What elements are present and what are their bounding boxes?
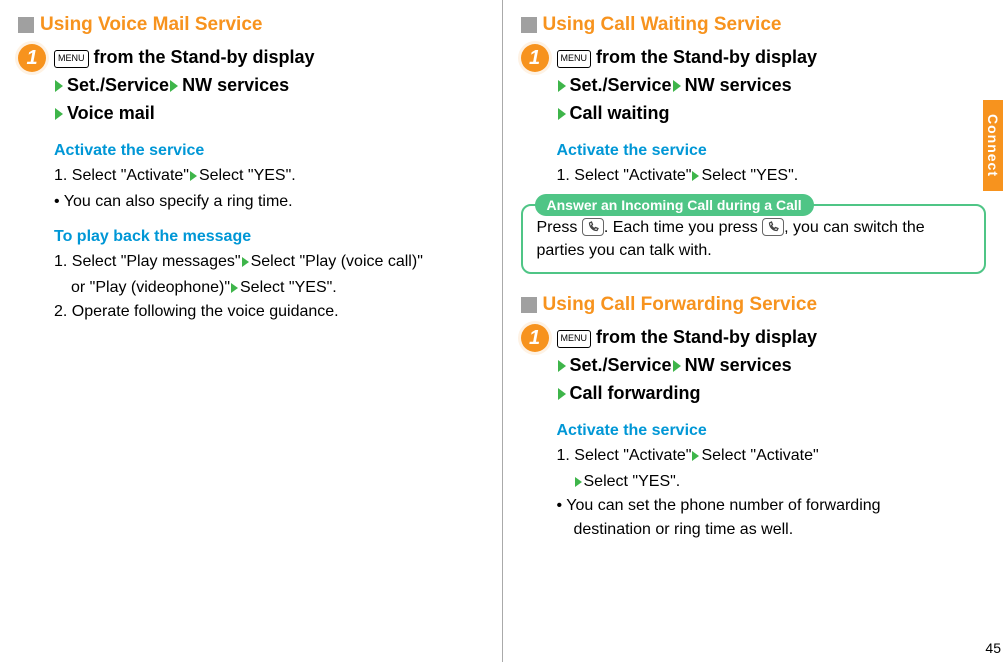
section-title-text: Using Call Waiting Service [543, 14, 782, 36]
arrow-icon [692, 171, 699, 181]
activate-line-1: 1. Select "Activate" Select "Activate" [557, 444, 987, 468]
step-line3: Call waiting [570, 103, 670, 123]
section-voice-mail-title: Using Voice Mail Service [18, 14, 484, 36]
wait-activate-subsection: Activate the service 1. Select "Activate… [557, 142, 987, 188]
text: Select "Play (voice call)" [251, 253, 423, 270]
playback-head: To play back the message [54, 228, 484, 246]
play-line-1b: or "Play (videophone)" Select "YES". [54, 276, 484, 300]
square-icon [18, 17, 34, 33]
step-number-badge: 1 [18, 44, 46, 72]
activate-note-a: • You can set the phone number of forwar… [557, 494, 987, 518]
section-title-text: Using Voice Mail Service [40, 14, 262, 36]
square-icon [521, 17, 537, 33]
arrow-icon [558, 388, 566, 400]
menu-key-icon: MENU [557, 50, 592, 68]
section-call-forwarding-title: Using Call Forwarding Service [521, 294, 987, 316]
activate-line: 1. Select "Activate" Select "YES". [557, 164, 987, 188]
wait-step-1: 1 MENU from the Stand-by display Set./Se… [521, 44, 987, 128]
play-line-1: 1. Select "Play messages" Select "Play (v… [54, 250, 484, 274]
activate-head: Activate the service [557, 422, 987, 440]
text: Select "YES". [240, 279, 337, 296]
answer-incoming-callout: Answer an Incoming Call during a Call Pr… [521, 204, 987, 274]
text: 1. Select "Activate" [557, 447, 692, 464]
activate-note-b: destination or ring time as well. [557, 518, 987, 542]
arrow-icon [558, 108, 566, 120]
fwd-step-body: MENU from the Stand-by display Set./Serv… [557, 324, 987, 408]
activate-note: • You can also specify a ring time. [54, 190, 484, 214]
step-line3: Voice mail [67, 103, 155, 123]
section-call-waiting-title: Using Call Waiting Service [521, 14, 987, 36]
step-line3: Call forwarding [570, 383, 701, 403]
fwd-activate-subsection: Activate the service 1. Select "Activate… [557, 422, 987, 542]
menu-key-icon: MENU [54, 50, 89, 68]
arrow-icon [190, 171, 197, 181]
text: . Each time you press [604, 219, 762, 236]
step-line2b: NW services [685, 75, 792, 95]
arrow-icon [558, 80, 566, 92]
arrow-icon [170, 80, 178, 92]
text: Select "YES". [199, 167, 296, 184]
text: Press [537, 219, 582, 236]
square-icon [521, 297, 537, 313]
menu-key-icon: MENU [557, 330, 592, 348]
step-line2a: Set./Service [570, 355, 672, 375]
play-line-2: 2. Operate following the voice guidance. [54, 300, 484, 324]
call-key-icon [582, 218, 604, 236]
arrow-icon [231, 283, 238, 293]
arrow-icon [692, 451, 699, 461]
callout-label: Answer an Incoming Call during a Call [535, 194, 814, 216]
text: 1. Select "Play messages" [54, 253, 241, 270]
step-line1: from the Stand-by display [591, 47, 817, 67]
voice-playback-subsection: To play back the message 1. Select "Play… [54, 228, 484, 324]
text: Select "YES". [584, 473, 681, 490]
step-line2a: Set./Service [570, 75, 672, 95]
arrow-icon [673, 80, 681, 92]
arrow-icon [575, 477, 582, 487]
page-number: 45 [985, 640, 1001, 656]
step-line2a: Set./Service [67, 75, 169, 95]
arrow-icon [558, 360, 566, 372]
activate-head: Activate the service [557, 142, 987, 160]
callout-text: Press . Each time you press , you can sw… [537, 216, 971, 262]
voice-step-body: MENU from the Stand-by display Set./Serv… [54, 44, 484, 128]
step-line1: from the Stand-by display [89, 47, 315, 67]
call-key-icon [762, 218, 784, 236]
step-line1: from the Stand-by display [591, 327, 817, 347]
step-line2b: NW services [182, 75, 289, 95]
arrow-icon [55, 80, 63, 92]
text: Select "YES". [701, 167, 798, 184]
side-tab-label: Connect [983, 100, 1003, 191]
wait-step-body: MENU from the Stand-by display Set./Serv… [557, 44, 987, 128]
text: 1. Select "Activate" [557, 167, 692, 184]
activate-line: 1. Select "Activate" Select "YES". [54, 164, 484, 188]
text: 1. Select "Activate" [54, 167, 189, 184]
text: Select "Activate" [701, 447, 818, 464]
arrow-icon [242, 257, 249, 267]
side-tab-rail: Connect [982, 0, 1004, 662]
activate-head: Activate the service [54, 142, 484, 160]
arrow-icon [55, 108, 63, 120]
step-number-badge: 1 [521, 324, 549, 352]
activate-line-2: Select "YES". [557, 470, 987, 494]
voice-activate-subsection: Activate the service 1. Select "Activate… [54, 142, 484, 214]
text: or "Play (videophone)" [71, 279, 230, 296]
fwd-step-1: 1 MENU from the Stand-by display Set./Se… [521, 324, 987, 408]
step-line2b: NW services [685, 355, 792, 375]
voice-step-1: 1 MENU from the Stand-by display Set./Se… [18, 44, 484, 128]
section-title-text: Using Call Forwarding Service [543, 294, 818, 316]
arrow-icon [673, 360, 681, 372]
step-number-badge: 1 [521, 44, 549, 72]
